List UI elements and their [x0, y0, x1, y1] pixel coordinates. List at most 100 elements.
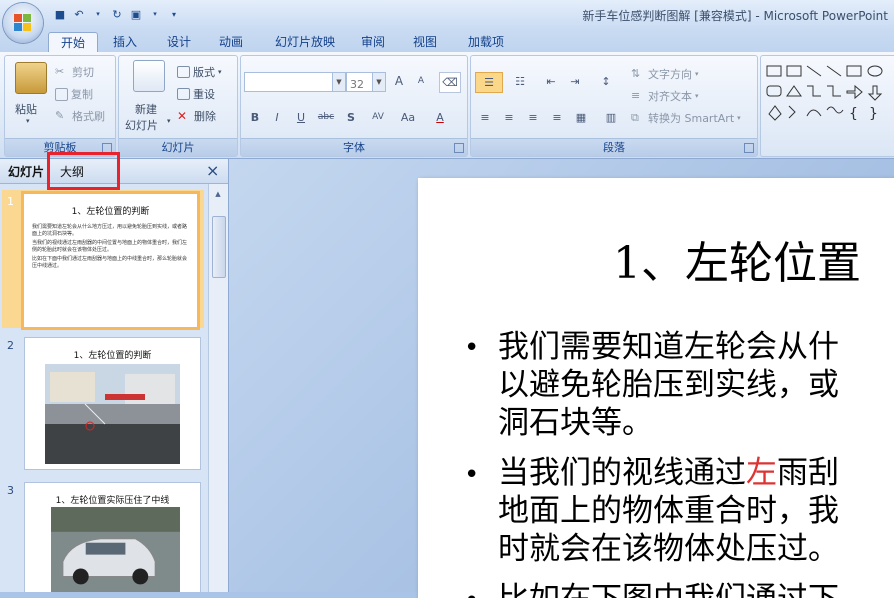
thumb3-car-photo: [51, 507, 180, 592]
font-name-dropdown-icon[interactable]: ▼: [332, 73, 345, 91]
text-direction-dropdown-icon: ▾: [695, 70, 699, 78]
bullet-2-text-b: 雨刮: [777, 455, 839, 491]
smartart-dropdown-icon: ▾: [737, 114, 741, 122]
thumb1-line: 我们需要知道左轮会从什么地方压过，用以避免轮胎压到实线，或者路面上的坑洞石块等。: [32, 224, 188, 237]
tab-design[interactable]: 设计: [158, 32, 200, 52]
layout-label: 版式: [193, 66, 215, 79]
tab-insert[interactable]: 插入: [104, 32, 146, 52]
bullet-3-line-1[interactable]: 比如在下图中我们通过下: [498, 580, 839, 598]
shrink-font-button[interactable]: A: [411, 72, 431, 91]
paragraph-group-label: 段落: [471, 138, 757, 156]
text-direction-label: 文字方向: [648, 68, 692, 81]
convert-smartart-button[interactable]: ⧉ 转换为 SmartArt ▾: [631, 110, 741, 126]
char-spacing-button[interactable]: AV: [365, 108, 391, 127]
align-text-label: 对齐文本: [648, 90, 692, 103]
bullets-button[interactable]: ☰: [475, 72, 503, 93]
bullet-2-line-2[interactable]: 地面上的物体重合时，我: [498, 492, 839, 530]
undo-icon[interactable]: ↶: [71, 6, 87, 22]
grow-font-button[interactable]: A: [389, 72, 409, 91]
tab-review[interactable]: 审阅: [352, 32, 394, 52]
tab-slides-view[interactable]: 幻灯片: [8, 163, 44, 180]
text-direction-button[interactable]: ⇅ 文字方向 ▾: [631, 66, 699, 82]
increase-indent-button[interactable]: ⇥: [565, 72, 585, 91]
scrollbar-thumb[interactable]: [212, 216, 226, 278]
new-slide-dropdown-icon[interactable]: ▾: [167, 117, 171, 125]
new-slide-button[interactable]: 新建: [135, 101, 157, 117]
bullet-1-line-1[interactable]: 我们需要知道左轮会从什: [498, 328, 839, 366]
paste-icon[interactable]: [15, 62, 47, 94]
align-center-button[interactable]: ≡: [499, 108, 519, 127]
bullet-2-line-1[interactable]: 当我们的视线通过左雨刮: [498, 454, 839, 492]
reset-label: 重设: [193, 88, 215, 101]
bullet-2-red-word: 左: [746, 455, 777, 491]
svg-text:}: }: [869, 106, 878, 122]
thumbnail-scrollbar[interactable]: ▲: [208, 184, 228, 592]
current-slide[interactable]: 1、左轮位置 • 我们需要知道左轮会从什 以避免轮胎压到实线，或 洞石块等。 •…: [418, 178, 894, 598]
brush-icon: ✎: [55, 109, 65, 122]
slide-title[interactable]: 1、左轮位置: [613, 227, 861, 291]
new-slide-icon[interactable]: [133, 60, 165, 92]
format-painter-button[interactable]: ✎ 格式刷: [55, 108, 105, 124]
smartart-label: 转换为 SmartArt: [648, 112, 735, 125]
paragraph-dialog-launcher-icon[interactable]: [744, 143, 754, 153]
bullet-1-line-3[interactable]: 洞石块等。: [498, 404, 653, 442]
new-slide-button-line2[interactable]: 幻灯片: [125, 117, 158, 133]
font-color-button[interactable]: A: [427, 108, 453, 127]
delete-label: 删除: [194, 110, 216, 123]
font-size-combo[interactable]: 32 ▼: [346, 72, 386, 92]
slide-thumbnail-3[interactable]: 1、左轮位置实际压住了中线: [24, 482, 201, 592]
cut-button[interactable]: ✂ 剪切: [55, 64, 94, 80]
layout-button[interactable]: 版式 ▾: [177, 64, 222, 80]
paste-dropdown-icon[interactable]: ▾: [26, 117, 30, 125]
bullet-dot: •: [464, 460, 480, 490]
drawing-group: { }: [760, 55, 894, 157]
italic-button[interactable]: I: [267, 108, 287, 127]
align-left-button[interactable]: ≡: [475, 108, 495, 127]
change-case-button[interactable]: Aa: [395, 108, 421, 127]
align-text-button[interactable]: ≡ 对齐文本 ▾: [631, 88, 699, 104]
line-spacing-button[interactable]: ↕: [593, 72, 619, 91]
clear-formatting-icon[interactable]: ⌫: [439, 72, 461, 93]
strikethrough-button[interactable]: abc: [313, 108, 339, 127]
thumb1-title: 1、左轮位置的判断: [71, 207, 150, 217]
bullet-2-line-3[interactable]: 时就会在该物体处压过。: [498, 530, 839, 568]
font-size-dropdown-icon[interactable]: ▼: [372, 73, 385, 91]
justify-button[interactable]: ≡: [547, 108, 567, 127]
ribbon: 粘贴 ▾ ✂ 剪切 复制 ✎ 格式刷 剪贴板 新建 幻灯片 ▾ 版式 ▾ 重设 ✕ 删除…: [0, 52, 894, 159]
copy-label: 复制: [71, 88, 93, 101]
scroll-up-icon[interactable]: ▲: [212, 188, 224, 200]
underline-button[interactable]: U: [291, 108, 311, 127]
bullet-1-line-2[interactable]: 以避免轮胎压到实线，或: [498, 366, 839, 404]
bold-button[interactable]: B: [245, 108, 265, 127]
reset-button[interactable]: 重设: [177, 86, 215, 102]
customize-qat-icon[interactable]: ▾: [166, 6, 182, 22]
save-icon[interactable]: ■: [52, 6, 68, 22]
copy-button[interactable]: 复制: [55, 86, 93, 102]
tab-addins[interactable]: 加载项: [458, 32, 514, 52]
font-name-combo[interactable]: ▼: [244, 72, 346, 92]
distributed-button[interactable]: ▦: [571, 108, 591, 127]
redo-icon[interactable]: ↻: [109, 6, 125, 22]
shapes-gallery[interactable]: { }: [765, 64, 894, 124]
slide-thumbnail-2[interactable]: 1、左轮位置的判断: [24, 337, 201, 470]
print-preview-dropdown-icon[interactable]: ▾: [147, 6, 163, 22]
tab-animation[interactable]: 动画: [210, 32, 252, 52]
font-group-label: 字体: [241, 138, 467, 156]
print-preview-icon[interactable]: ▣: [128, 6, 144, 22]
tab-slideshow[interactable]: 幻灯片放映: [266, 32, 344, 52]
shadow-button[interactable]: S: [341, 108, 361, 127]
delete-button[interactable]: ✕ 删除: [177, 108, 216, 124]
align-right-button[interactable]: ≡: [523, 108, 543, 127]
font-dialog-launcher-icon[interactable]: [454, 143, 464, 153]
slide-thumbnail-1[interactable]: 1、左轮位置的判断 我们需要知道左轮会从什么地方压过，用以避免轮胎压到实线，或者…: [21, 191, 200, 330]
decrease-indent-button[interactable]: ⇤: [541, 72, 561, 91]
numbering-button[interactable]: ☷: [507, 72, 533, 91]
office-button[interactable]: [3, 3, 43, 43]
undo-dropdown-icon[interactable]: ▾: [90, 6, 106, 22]
close-panel-icon[interactable]: ×: [206, 161, 219, 180]
window-title: 新手车位感判断图解 [兼容模式] - Microsoft PowerPoint: [582, 9, 888, 23]
tab-view[interactable]: 视图: [404, 32, 446, 52]
columns-button[interactable]: ▥: [597, 108, 625, 127]
paste-button[interactable]: 粘贴: [15, 101, 37, 117]
tab-home[interactable]: 开始: [48, 32, 98, 53]
